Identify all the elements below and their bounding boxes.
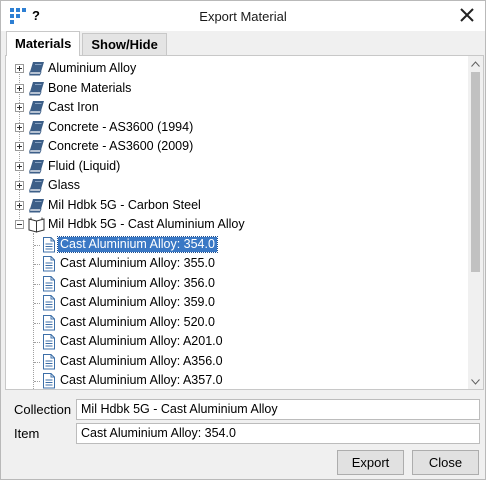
item-field[interactable]: Cast Aluminium Alloy: 354.0 — [76, 423, 480, 444]
collection-label: Collection — [14, 402, 72, 417]
book-icon — [28, 99, 46, 116]
document-icon — [40, 314, 58, 331]
collection-field[interactable]: Mil Hdbk 5G - Cast Aluminium Alloy — [76, 399, 480, 420]
vertical-scrollbar[interactable] — [468, 56, 483, 389]
material-tree[interactable]: Aluminium Alloy Bone Materials Cast Iron Co… — [6, 56, 469, 389]
tree-category-row[interactable]: Mil Hdbk 5G - Carbon Steel — [6, 196, 469, 216]
scroll-down-arrow[interactable] — [468, 374, 483, 389]
chevron-down-icon — [471, 378, 480, 385]
tree-category-label: Mil Hdbk 5G - Cast Aluminium Alloy — [48, 217, 245, 231]
document-icon — [40, 255, 58, 272]
tree-category-label: Bone Materials — [48, 80, 132, 95]
tree-category-row[interactable]: Fluid (Liquid) — [6, 157, 469, 177]
tree-item-label: Cast Aluminium Alloy: 520.0 — [60, 314, 215, 329]
expand-toggle-icon[interactable] — [15, 64, 24, 73]
tree-item-label: Cast Aluminium Alloy: 356.0 — [60, 275, 215, 290]
tree-category-row[interactable]: Glass — [6, 176, 469, 196]
book-icon — [28, 60, 46, 77]
close-button[interactable]: Close — [412, 450, 479, 475]
tree-item-label: Cast Aluminium Alloy: A356.0 — [60, 353, 223, 368]
tab-bar: Materials Show/Hide — [6, 31, 169, 56]
expand-toggle-icon[interactable] — [15, 142, 24, 151]
tree-category-row[interactable]: Mil Hdbk 5G - Cast Aluminium Alloy — [6, 215, 469, 235]
expand-toggle-icon[interactable] — [15, 83, 24, 93]
title-bar: ? Export Material — [1, 1, 485, 31]
document-icon — [40, 236, 58, 253]
tree-category-row[interactable]: Bone Materials — [6, 79, 469, 99]
book-icon — [28, 197, 46, 214]
collapse-toggle-icon[interactable] — [15, 220, 24, 229]
book-icon — [28, 158, 46, 175]
tree-item-label: Cast Aluminium Alloy: 359.0 — [60, 295, 215, 309]
expand-toggle-icon[interactable] — [15, 122, 24, 132]
close-icon[interactable] — [457, 5, 477, 25]
tab-materials[interactable]: Materials — [6, 31, 81, 56]
tree-item-label: Cast Aluminium Alloy: A357.0 — [60, 373, 223, 387]
item-label: Item — [14, 426, 40, 441]
materials-panel: Aluminium Alloy Bone Materials Cast Iron Co… — [5, 55, 484, 390]
tree-category-row[interactable]: Aluminium Alloy — [6, 59, 469, 79]
tree-item-row[interactable]: Cast Aluminium Alloy: 520.0 — [6, 313, 469, 333]
scroll-up-arrow[interactable] — [468, 56, 483, 71]
tree-category-row[interactable]: Concrete - AS3600 (1994) — [6, 118, 469, 138]
chevron-up-icon — [471, 60, 480, 67]
open-book-icon — [28, 216, 46, 233]
tree-item-label-selected: Cast Aluminium Alloy: 354.0 — [57, 235, 218, 253]
tree-category-row[interactable]: Concrete - AS3600 (2009) — [6, 137, 469, 157]
tree-item-row[interactable]: Cast Aluminium Alloy: A357.0 — [6, 371, 469, 389]
expand-toggle-icon[interactable] — [15, 103, 24, 112]
tree-category-label: Fluid (Liquid) — [48, 158, 121, 173]
book-icon — [28, 119, 46, 136]
tree-category-label: Concrete - AS3600 (2009) — [48, 139, 194, 153]
tree-category-label: Cast Iron — [48, 100, 99, 114]
document-icon — [40, 372, 58, 389]
tree-category-label: Concrete - AS3600 (1994) — [48, 119, 194, 134]
document-icon — [40, 353, 58, 370]
book-icon — [28, 80, 46, 97]
scroll-thumb[interactable] — [471, 72, 480, 272]
book-icon — [28, 177, 46, 194]
expand-toggle-icon[interactable] — [15, 200, 24, 210]
document-icon — [40, 294, 58, 311]
document-icon — [40, 333, 58, 350]
tree-item-label: Cast Aluminium Alloy: 355.0 — [60, 256, 215, 270]
export-material-dialog: ? Export Material Materials Show/Hide Al… — [0, 0, 486, 480]
tree-item-row[interactable]: Cast Aluminium Alloy: 356.0 — [6, 274, 469, 294]
tree-category-label: Mil Hdbk 5G - Carbon Steel — [48, 197, 201, 212]
tree-item-row[interactable]: Cast Aluminium Alloy: 359.0 — [6, 293, 469, 313]
expand-toggle-icon[interactable] — [15, 161, 24, 171]
tree-item-row[interactable]: Cast Aluminium Alloy: 355.0 — [6, 254, 469, 274]
tree-category-row[interactable]: Cast Iron — [6, 98, 469, 118]
expand-toggle-icon[interactable] — [15, 181, 24, 190]
window-title: Export Material — [199, 9, 287, 24]
tree-item-row[interactable]: Cast Aluminium Alloy: A201.0 — [6, 332, 469, 352]
tab-show-hide[interactable]: Show/Hide — [82, 33, 167, 55]
book-icon — [28, 138, 46, 155]
export-button[interactable]: Export — [337, 450, 404, 475]
tree-category-label: Aluminium Alloy — [48, 61, 137, 75]
tree-item-row[interactable]: Cast Aluminium Alloy: 354.0 — [6, 235, 469, 255]
tree-item-row[interactable]: Cast Aluminium Alloy: A356.0 — [6, 352, 469, 372]
tree-category-label: Glass — [48, 178, 80, 192]
tree-item-label: Cast Aluminium Alloy: A201.0 — [60, 334, 223, 348]
document-icon — [40, 275, 58, 292]
